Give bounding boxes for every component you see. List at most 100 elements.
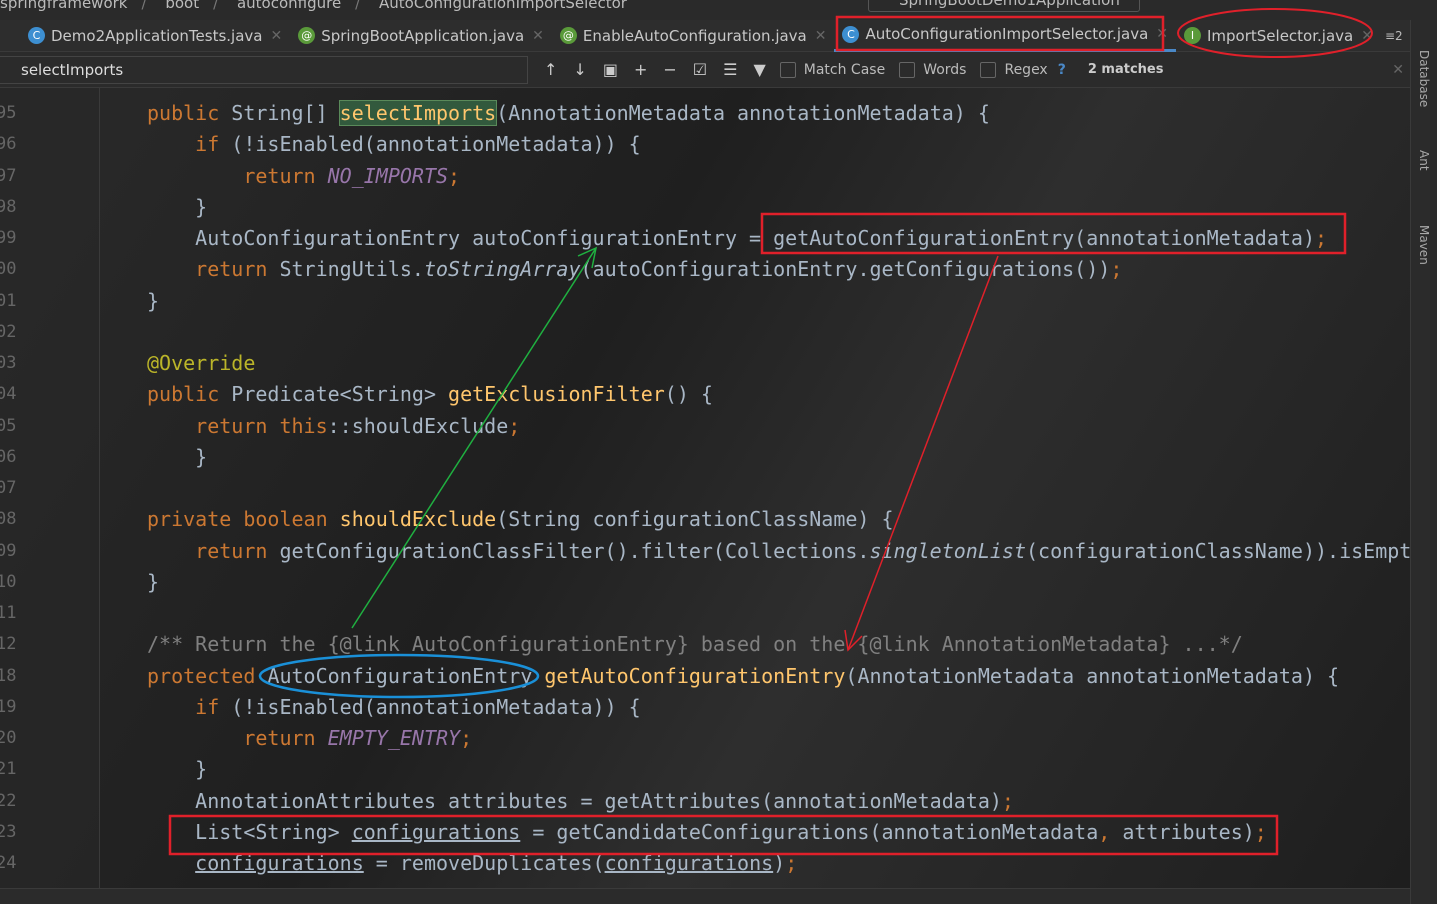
breadcrumb-item[interactable]: boot xyxy=(165,0,199,12)
line-number: 01 xyxy=(0,290,17,311)
code-line: 04 public Predicate<String> getExclusionF… xyxy=(0,379,1410,410)
code-token: } xyxy=(147,569,160,594)
code-token: } xyxy=(147,757,208,782)
code-text: } xyxy=(147,286,159,317)
code-text: } xyxy=(147,754,207,785)
code-line: 97 return NO_IMPORTS; xyxy=(0,161,1410,192)
code-line: 02 xyxy=(0,317,1410,348)
next-match-icon[interactable]: ↓ xyxy=(573,60,586,79)
right-tool-strip: Database Ant Maven xyxy=(1410,20,1437,904)
close-tab-icon[interactable]: ✕ xyxy=(1156,26,1168,42)
code-token: configurations xyxy=(351,819,521,844)
code-editor[interactable]: 95 public String[] selectImports(Annotati… xyxy=(0,88,1410,888)
code-token: selectImports xyxy=(338,100,498,126)
remove-occurrence-icon[interactable]: − xyxy=(663,60,676,79)
code-token: ; xyxy=(1001,788,1014,813)
line-number: 09 xyxy=(0,540,17,561)
close-tab-icon[interactable]: ✕ xyxy=(815,28,827,44)
code-token: ::shouldExclude xyxy=(327,413,509,438)
code-text: return getConfigurationClassFilter().fil… xyxy=(147,536,1410,567)
breadcrumb-item[interactable]: AutoConfigurationImportSelector xyxy=(379,0,627,12)
line-number: 10 xyxy=(0,571,17,592)
code-token: configurations xyxy=(604,851,774,875)
code-text: AnnotationAttributes attributes = getAtt… xyxy=(147,786,1014,817)
select-all-icon[interactable]: ▣ xyxy=(603,60,618,79)
select-all-occurrences-icon[interactable]: ☑ xyxy=(693,60,707,79)
code-token: (configurationClassName)).isEmpty xyxy=(1026,538,1410,563)
code-token: ; xyxy=(460,726,473,750)
add-occurrence-icon[interactable]: + xyxy=(634,60,647,79)
line-number: 02 xyxy=(0,321,17,342)
breadcrumb: springframework / boot / autoconfigure / Au… xyxy=(0,0,1437,20)
close-tab-icon[interactable]: ✕ xyxy=(270,28,282,44)
filter-lines-icon[interactable]: ☰ xyxy=(723,60,737,79)
code-text: private boolean shouldExclude(String con… xyxy=(147,504,894,535)
code-text: } xyxy=(147,567,159,598)
maven-panel-button[interactable]: Maven xyxy=(1417,225,1431,265)
database-panel-button[interactable]: Database xyxy=(1417,50,1431,107)
code-line: 12 /** Return the {@link AutoConfiguratio… xyxy=(0,629,1410,660)
previous-match-icon[interactable]: ↑ xyxy=(544,60,557,79)
code-token: ; xyxy=(1110,257,1123,282)
tab-label: SpringBootApplication.java xyxy=(321,26,525,45)
words-checkbox[interactable]: Words xyxy=(899,61,966,78)
code-line: 10} xyxy=(0,567,1410,598)
regex-help-icon[interactable]: ? xyxy=(1058,62,1066,78)
code-token: return xyxy=(147,163,328,188)
code-token: AnnotationAttributes attributes = getAtt… xyxy=(147,788,1002,813)
close-icon[interactable]: ✕ xyxy=(1392,62,1404,78)
tab-springbootapplication[interactable]: @ SpringBootApplication.java ✕ xyxy=(290,20,552,52)
code-token: if xyxy=(147,694,232,719)
code-token: = getCandidateConfigurations(annotationM… xyxy=(520,819,1099,844)
tab-importselector[interactable]: I ImportSelector.java ✕ xyxy=(1176,20,1381,52)
regex-label: Regex xyxy=(1004,61,1048,78)
code-token: String[] xyxy=(231,101,340,125)
match-case-label: Match Case xyxy=(803,61,886,78)
code-token: public xyxy=(147,382,232,407)
search-input[interactable]: selectImports xyxy=(0,55,528,84)
code-text: return NO_IMPORTS; xyxy=(147,161,460,192)
code-text: @Override xyxy=(147,348,255,379)
code-token: return xyxy=(147,538,280,563)
code-token: EMPTY_ENTRY xyxy=(327,726,461,750)
code-token: getConfigurationClassFilter().filter(Col… xyxy=(279,538,870,563)
breadcrumb-item[interactable]: autoconfigure xyxy=(237,0,341,12)
tab-autoconfigurationimportselector[interactable]: C AutoConfigurationImportSelector.java ✕ xyxy=(834,20,1176,52)
line-number: 00 xyxy=(0,259,17,280)
line-number: 18 xyxy=(0,665,17,686)
code-token: return xyxy=(147,257,280,282)
tab-demo2applicationtests[interactable]: C Demo2ApplicationTests.java ✕ xyxy=(20,20,290,52)
close-tab-icon[interactable]: ✕ xyxy=(1361,28,1373,44)
run-configuration-select[interactable]: SpringBootDemo1Application xyxy=(868,0,1140,12)
code-text: public Predicate<String> getExclusionFil… xyxy=(147,379,713,410)
breadcrumb-item[interactable]: springframework xyxy=(0,0,127,12)
line-number: 21 xyxy=(0,759,17,780)
line-number: 08 xyxy=(0,509,17,530)
line-number: 95 xyxy=(0,103,17,123)
code-line: 21 } xyxy=(0,754,1410,785)
code-line: 03 @Override xyxy=(0,348,1410,379)
status-bar xyxy=(0,888,1410,904)
line-number: 03 xyxy=(0,353,17,373)
code-line: 19 if (!isEnabled(annotationMetadata)) { xyxy=(0,692,1410,723)
tab-enableautoconfiguration[interactable]: @ EnableAutoConfiguration.java ✕ xyxy=(552,20,835,52)
close-tab-icon[interactable]: ✕ xyxy=(532,28,544,44)
line-number: 22 xyxy=(0,790,17,811)
code-token: ) xyxy=(773,851,786,875)
regex-checkbox[interactable]: Regex xyxy=(980,61,1048,78)
filter-icon[interactable]: ▼ xyxy=(753,60,765,79)
code-line: 08 private boolean shouldExclude(String c… xyxy=(0,504,1410,535)
code-token: getAutoConfigurationEntry xyxy=(544,663,846,688)
match-case-checkbox[interactable]: Match Case xyxy=(779,61,886,78)
tab-label: Demo2ApplicationTests.java xyxy=(51,26,263,45)
line-number: 04 xyxy=(0,384,17,405)
code-token: } xyxy=(147,444,208,469)
code-text: configurations = removeDuplicates(config… xyxy=(147,848,797,879)
find-bar: selectImports ↑ ↓ ▣ + − ☑ ☰ ▼ Match Case… xyxy=(0,52,1410,88)
line-number: 11 xyxy=(0,603,17,623)
ant-panel-button[interactable]: Ant xyxy=(1417,150,1431,171)
tab-overflow-button[interactable]: ≡2 xyxy=(1385,29,1403,43)
editor-tabs: C Demo2ApplicationTests.java ✕ @ SpringBootA… xyxy=(0,20,1410,52)
code-token: public xyxy=(147,101,232,125)
